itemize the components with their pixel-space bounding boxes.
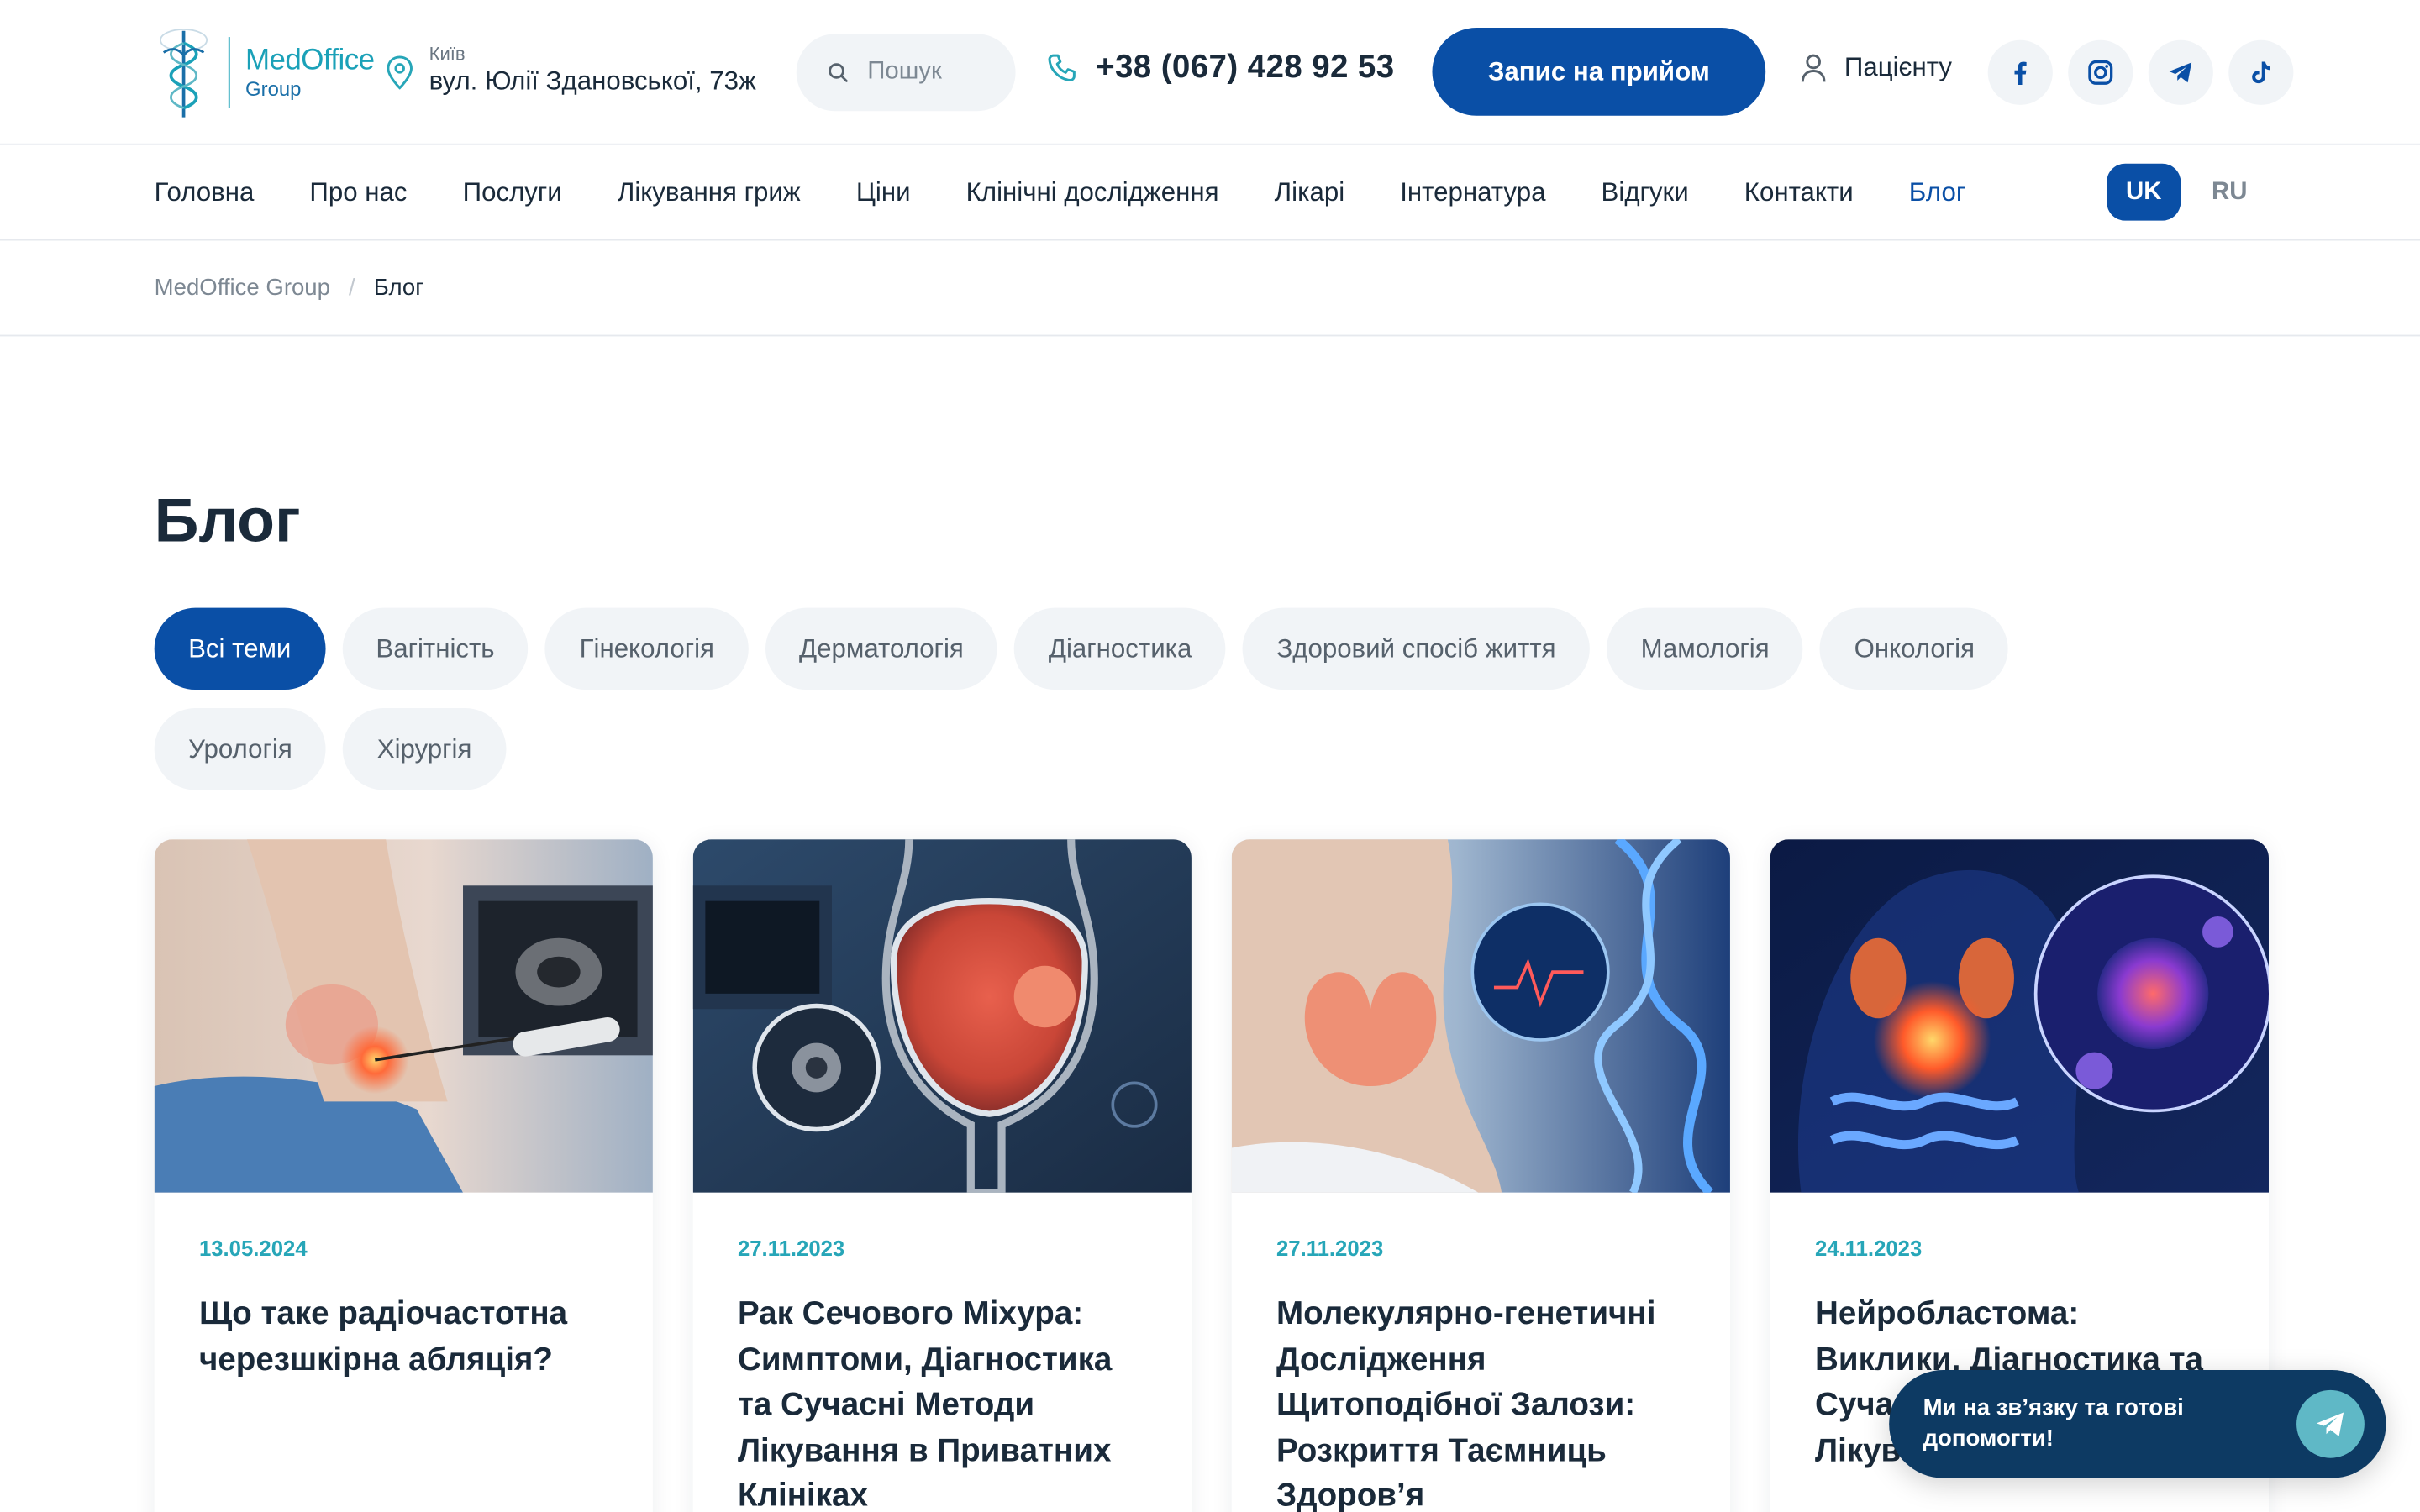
blog-card[interactable]: 27.11.2023 Рак Сечового Міхура: Симптоми…: [692, 839, 1192, 1512]
card-title: Молекулярно-генетичні Дослідження Щитопо…: [1276, 1295, 1656, 1512]
facebook-icon: [2014, 61, 2027, 86]
phone-number: +38 (067) 428 92 53: [1096, 49, 1395, 86]
nav-item-prices[interactable]: Ціни: [856, 177, 911, 208]
instagram-icon: [2088, 60, 2113, 85]
breadcrumb-current: Блог: [373, 274, 424, 302]
breadcrumb-separator: /: [349, 274, 355, 302]
nav-item-doctors[interactable]: Лікарі: [1275, 177, 1344, 208]
main-nav: Головна Про нас Послуги Лікування гриж Ц…: [0, 145, 2420, 241]
card-image-thyroid-ablation: [154, 839, 653, 1193]
nav-item-services[interactable]: Послуги: [463, 177, 562, 208]
blog-card[interactable]: 27.11.2023 Молекулярно-генетичні Дослідж…: [1231, 839, 1730, 1512]
appointment-button[interactable]: Запис на прийом: [1432, 28, 1766, 116]
topic-filters: Всі теми Вагітність Гінекологія Дерматол…: [154, 607, 2161, 790]
language-switcher: UK RU: [2107, 163, 2247, 221]
telegram-icon: [2169, 62, 2192, 83]
card-date: 27.11.2023: [737, 1236, 845, 1261]
card-image-thyroid-genetics: [1231, 839, 1730, 1193]
blog-card[interactable]: 13.05.2024 Що таке радіочастотна черезшк…: [154, 839, 653, 1512]
card-date: 27.11.2023: [1276, 1236, 1384, 1261]
facebook-link[interactable]: [1987, 39, 2053, 105]
address[interactable]: Київ вул. Юлії Здановської, 73ж: [386, 43, 756, 97]
filter-urology[interactable]: Урологія: [154, 708, 327, 790]
search-input[interactable]: Пошук: [796, 34, 1016, 112]
card-image-neuroblastoma: [1770, 839, 2269, 1193]
card-image-bladder: [692, 839, 1192, 1193]
chat-widget[interactable]: Ми на зв’язку та готові допомогти!: [1889, 1370, 2386, 1478]
filter-healthy-lifestyle[interactable]: Здоровий спосіб життя: [1242, 607, 1590, 690]
nav-item-clinical-trials[interactable]: Клінічні дослідження: [966, 177, 1219, 208]
lang-uk-button[interactable]: UK: [2107, 163, 2181, 221]
filter-surgery[interactable]: Хірургія: [343, 708, 506, 790]
telegram-link[interactable]: [2148, 39, 2213, 105]
filter-oncology[interactable]: Онкологія: [1820, 607, 2009, 690]
chat-telegram-button[interactable]: [2296, 1389, 2365, 1458]
logo-sub: Group: [245, 76, 302, 101]
nav-item-blog[interactable]: Блог: [1909, 177, 1965, 208]
social-links: [1987, 39, 2294, 105]
nav-item-home[interactable]: Головна: [155, 177, 255, 208]
filter-mammology[interactable]: Мамологія: [1607, 607, 1804, 690]
patient-label: Пацієнту: [1844, 52, 1952, 82]
card-date: 24.11.2023: [1814, 1236, 1923, 1261]
logo-brand: MedOffice: [245, 45, 375, 77]
nav-item-hernia[interactable]: Лікування гриж: [618, 177, 801, 208]
nav-item-contacts[interactable]: Контакти: [1744, 177, 1854, 208]
lang-ru-button[interactable]: RU: [2212, 178, 2247, 206]
nav-list: Головна Про нас Послуги Лікування гриж Ц…: [155, 145, 1966, 241]
address-street: вул. Юлії Здановської, 73ж: [429, 66, 756, 96]
filter-all[interactable]: Всі теми: [154, 607, 325, 690]
filter-pregnancy[interactable]: Вагітність: [341, 607, 529, 690]
page: MedOffice Group Київ вул. Юлії Здановськ…: [0, 0, 2420, 1512]
tiktok-link[interactable]: [2228, 39, 2294, 105]
nav-item-internship[interactable]: Інтернатура: [1400, 177, 1545, 208]
phone-link[interactable]: +38 (067) 428 92 53: [1046, 50, 1394, 87]
address-city: Київ: [429, 43, 466, 66]
user-icon: [1801, 54, 1826, 82]
patient-link[interactable]: Пацієнту: [1800, 52, 1952, 83]
nav-item-reviews[interactable]: Відгуки: [1602, 177, 1689, 208]
paper-plane-icon: [2316, 1412, 2344, 1436]
card-title: Рак Сечового Міхура: Симптоми, Діагности…: [737, 1295, 1113, 1512]
breadcrumb-home[interactable]: MedOffice Group: [155, 275, 330, 301]
card-date: 13.05.2024: [198, 1236, 308, 1261]
filter-diagnostics[interactable]: Діагностика: [1014, 607, 1226, 690]
search-placeholder: Пошук: [867, 58, 942, 86]
instagram-link[interactable]: [2068, 39, 2133, 105]
phone-icon: [1048, 54, 1076, 81]
filter-gynecology[interactable]: Гінекологія: [545, 607, 749, 690]
nav-item-about[interactable]: Про нас: [309, 177, 407, 208]
search-icon: [829, 63, 848, 82]
chat-text: Ми на зв’язку та готові допомогти!: [1923, 1394, 2184, 1452]
breadcrumb: MedOffice Group / Блог: [0, 241, 2420, 337]
logo-divider: [228, 37, 230, 108]
caduceus-logo-icon: [160, 28, 208, 118]
filter-dermatology[interactable]: Дерматологія: [765, 607, 998, 690]
location-pin-icon: [387, 55, 413, 90]
page-title: Блог: [154, 487, 301, 556]
tiktok-icon: [2252, 61, 2270, 84]
header: MedOffice Group Київ вул. Юлії Здановськ…: [0, 0, 2420, 145]
logo[interactable]: MedOffice Group: [155, 24, 375, 120]
logo-text: MedOffice Group: [245, 45, 375, 101]
card-title: Що таке радіочастотна черезшкірна абляці…: [198, 1295, 568, 1378]
